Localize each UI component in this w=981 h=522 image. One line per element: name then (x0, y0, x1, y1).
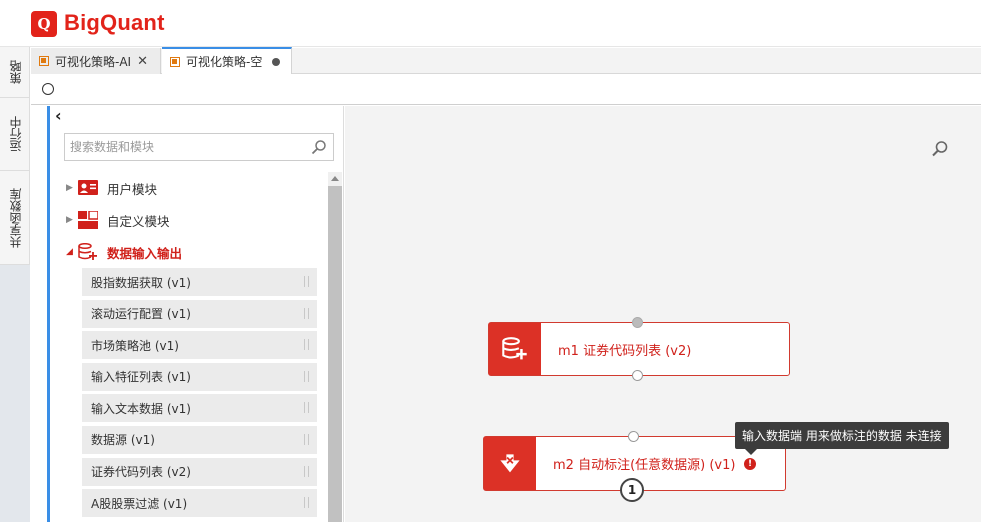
logo-icon: Q (31, 11, 57, 37)
list-item[interactable]: 股指数据获取 (v1) (82, 268, 317, 296)
tooltip-text: 输入数据端 用来做标注的数据 未连接 (742, 429, 942, 443)
module-sidebar: ‹ ▶ 用户模块 ▶ 自定义模块 (50, 106, 344, 522)
search-input[interactable] (65, 134, 305, 160)
scroll-thumb[interactable] (328, 186, 342, 522)
drag-handle-icon[interactable] (304, 339, 309, 351)
module-m1-input-port[interactable] (632, 317, 643, 328)
doc-tab-ai[interactable]: 可视化策略-AI ✕ (31, 48, 161, 74)
list-item[interactable]: 证券代码列表 (v2) (82, 457, 317, 486)
logo-text: BigQuant (64, 10, 165, 35)
unsaved-dot-icon[interactable] (272, 57, 281, 66)
tree-group-data-io[interactable]: ◢ 数据输入输出 (50, 236, 328, 268)
list-item-label: 输入特征列表 (v1) (91, 370, 191, 385)
doc-tab-empty-label: 可视化策略-空 (186, 55, 263, 69)
module-label: m1 证券代码列表 (v2) (558, 343, 692, 359)
list-item-label: 数据源 (v1) (91, 433, 155, 448)
vtab-shared-functions-label: 共享函数库 (8, 187, 23, 248)
doc-tab-empty[interactable]: 可视化策略-空 (162, 47, 292, 74)
list-item-label: A股股票过滤 (v1) (91, 496, 188, 511)
circle-icon[interactable] (42, 83, 54, 95)
vertical-tab-bar: 策略 运行中 共享函数库 (0, 47, 30, 522)
database-plus-icon (78, 243, 97, 260)
module-icon-box (484, 437, 536, 490)
strategy-flag-icon (39, 56, 49, 66)
drag-handle-icon[interactable] (304, 402, 309, 414)
canvas-search-icon[interactable] (931, 140, 949, 158)
list-item[interactable]: 滚动运行配置 (v1) (82, 299, 317, 328)
list-item-label: 输入文本数据 (v1) (91, 401, 191, 416)
warning-icon[interactable]: ! (744, 458, 756, 470)
strategy-flag-icon (170, 56, 180, 67)
tree-group-user-modules[interactable]: ▶ 用户模块 (50, 172, 328, 204)
drag-handle-icon[interactable] (304, 307, 309, 319)
close-icon[interactable]: ✕ (137, 54, 148, 69)
list-item-label: 证券代码列表 (v2) (91, 465, 191, 480)
output-count-badge[interactable]: 1 (620, 478, 644, 502)
drag-handle-icon[interactable] (304, 497, 309, 509)
auto-label-icon (500, 453, 520, 472)
app-header: Q BigQuant (0, 0, 981, 47)
user-card-icon (78, 180, 98, 195)
tree-group-label: 自定义模块 (107, 213, 170, 229)
list-item[interactable]: 市场策略池 (v1) (82, 331, 317, 360)
document-tab-bar: 可视化策略-AI ✕ 可视化策略-空 (31, 47, 981, 74)
list-item-label: 市场策略池 (v1) (91, 338, 179, 353)
list-item-label: 股指数据获取 (v1) (91, 275, 191, 290)
canvas-module-m1[interactable]: m1 证券代码列表 (v2) (488, 322, 790, 376)
vtab-strategy-label: 策略 (8, 60, 23, 84)
caret-right-icon: ▶ (66, 183, 73, 193)
list-item[interactable]: 数据源 (v1) (82, 425, 317, 454)
tree-group-label: 数据输入输出 (107, 245, 183, 261)
database-plus-icon (502, 337, 527, 360)
vtab-strategy[interactable]: 策略 (0, 47, 30, 98)
list-item-label: 滚动运行配置 (v1) (91, 307, 191, 322)
caret-down-icon: ◢ (66, 247, 73, 257)
module-label: m2 自动标注(任意数据源) (v1) (553, 437, 735, 490)
editor-toolbar (31, 75, 981, 105)
vtab-running[interactable]: 运行中 (0, 98, 30, 171)
list-item[interactable]: 输入特征列表 (v1) (82, 362, 317, 391)
module-m1-output-port[interactable] (632, 370, 643, 381)
drag-handle-icon[interactable] (304, 276, 309, 287)
list-item[interactable]: A股股票过滤 (v1) (82, 489, 317, 518)
scroll-up-icon[interactable] (331, 176, 339, 181)
collapse-sidebar-icon[interactable]: ‹ (55, 106, 62, 125)
module-icon-box (489, 323, 541, 375)
module-m2-input-port[interactable] (628, 431, 639, 442)
search-box (64, 133, 334, 161)
list-item[interactable]: 输入文本数据 (v1) (82, 394, 317, 423)
module-list: 股指数据获取 (v1) 滚动运行配置 (v1) 市场策略池 (v1) 输入特征列… (82, 268, 317, 521)
sidebar-scrollbar[interactable] (328, 172, 342, 522)
drag-handle-icon[interactable] (304, 433, 309, 445)
drag-handle-icon[interactable] (304, 465, 309, 477)
drag-handle-icon[interactable] (304, 370, 309, 382)
doc-tab-ai-label: 可视化策略-AI (55, 54, 132, 69)
vtab-empty-area (0, 265, 30, 522)
module-label-text: m2 自动标注(任意数据源) (v1) (553, 458, 736, 473)
tree-group-label: 用户模块 (107, 181, 158, 197)
strategy-canvas[interactable]: m1 证券代码列表 (v2) m2 自动标注(任意数据源) (v1) ! 1 输… (345, 106, 981, 522)
module-tree: ▶ 用户模块 ▶ 自定义模块 ◢ 数据输入输出 (50, 172, 328, 268)
caret-right-icon: ▶ (66, 215, 73, 225)
tree-group-custom-modules[interactable]: ▶ 自定义模块 (50, 204, 328, 236)
custom-module-icon (78, 211, 98, 229)
vtab-running-label: 运行中 (8, 116, 23, 152)
port-tooltip: 输入数据端 用来做标注的数据 未连接 (735, 422, 949, 455)
vtab-shared-functions[interactable]: 共享函数库 (0, 171, 30, 265)
search-icon[interactable] (311, 139, 327, 155)
